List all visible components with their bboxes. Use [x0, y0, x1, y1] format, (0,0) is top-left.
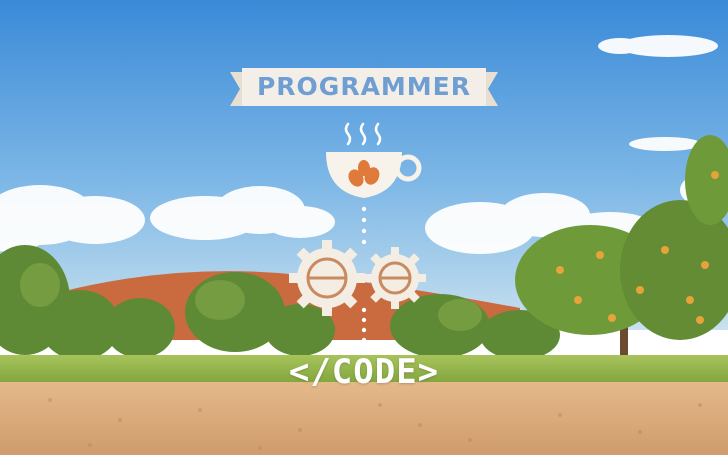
gear-icon — [364, 247, 426, 309]
gear-icon — [289, 240, 365, 316]
banner-title: PROGRAMMER — [256, 72, 472, 101]
code-label: </CODE> — [288, 352, 440, 392]
